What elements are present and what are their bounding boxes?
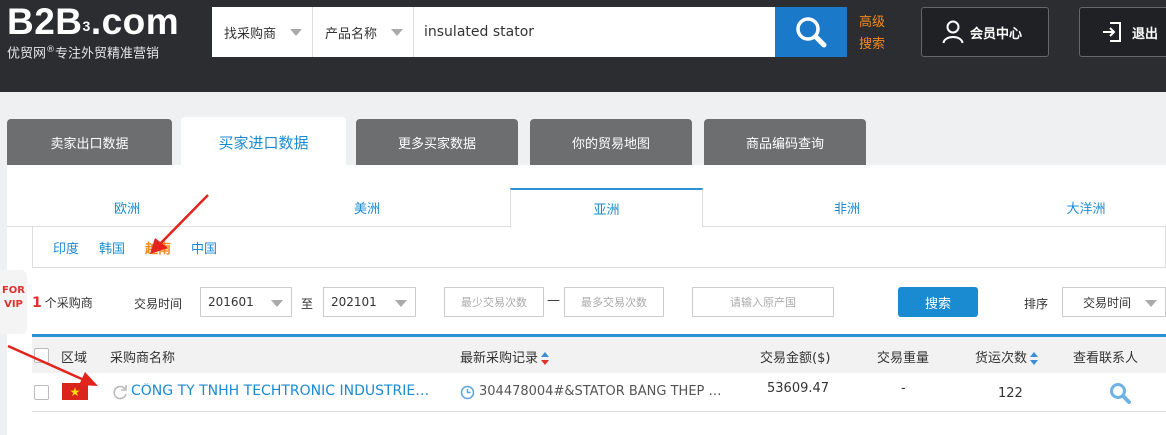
tab-buyer-import[interactable]: 买家进口数据: [181, 117, 346, 167]
region-oceania[interactable]: 大洋洲: [991, 188, 1166, 227]
company-name-link[interactable]: CÔNG TY TNHH TECHTRONIC INDUSTRIES VIỆT …: [131, 383, 436, 399]
chevron-down-icon: [395, 300, 407, 307]
country-vietnam[interactable]: 越南: [145, 238, 171, 257]
search-button[interactable]: [775, 7, 847, 57]
th-shipments[interactable]: 货运次数: [975, 347, 1039, 366]
member-center-label: 会员中心: [970, 26, 1023, 42]
tab-hs-code[interactable]: 商品编码查询: [704, 119, 866, 165]
origin-country-input[interactable]: 请输入原产国: [692, 287, 834, 317]
sort-icon: [541, 351, 550, 366]
buyer-count: 1 个采购商: [32, 295, 93, 311]
region-asia[interactable]: 亚洲: [510, 188, 703, 227]
to-label: 至: [301, 297, 314, 311]
logout-label: 退出: [1132, 26, 1159, 42]
th-latest[interactable]: 最新采购记录: [460, 347, 550, 366]
search-icon[interactable]: [1109, 382, 1131, 404]
time-to-select[interactable]: 202101: [323, 287, 416, 317]
tab-more-buyers[interactable]: 更多买家数据: [356, 119, 518, 165]
chevron-down-icon: [290, 29, 302, 36]
sort-select[interactable]: 交易时间: [1062, 287, 1166, 317]
top-header: B2B3.com 优贸网®专注外贸精准营销 找采购商 产品名称 高级搜索 会员中…: [0, 0, 1166, 92]
search-type-select[interactable]: 找采购商: [212, 7, 313, 57]
search-field-select[interactable]: 产品名称: [313, 7, 414, 57]
sort-label: 排序: [1024, 297, 1049, 311]
search-input[interactable]: [414, 7, 775, 57]
country-list: 印度 韩国 越南 中国: [32, 227, 1166, 268]
row-checkbox[interactable]: [34, 385, 49, 400]
refresh-icon[interactable]: [111, 384, 129, 402]
region-americas[interactable]: 美洲: [272, 188, 462, 227]
region-europe[interactable]: 欧洲: [32, 188, 222, 227]
amount-value: 53609.47: [767, 381, 830, 396]
filter-bar: 1 个采购商 交易时间 201601 至 202101 最少交易次数 — 最多交易…: [7, 285, 1166, 321]
country-china[interactable]: 中国: [191, 238, 217, 257]
search-bar: 找采购商 产品名称: [212, 7, 847, 57]
logo-tagline: 优贸网®专注外贸精准营销: [7, 45, 160, 62]
logout-button[interactable]: 退出: [1079, 7, 1166, 57]
shipments-value: 122: [998, 386, 1023, 401]
max-trades-input[interactable]: 最多交易次数: [564, 287, 664, 317]
main-panel: 欧洲 美洲 亚洲 非洲 大洋洲 印度 韩国 越南 中国 1 个采购商 交易时间 2…: [7, 165, 1166, 435]
advanced-search-link[interactable]: 高级搜索: [859, 12, 889, 56]
th-buyer: 采购商名称: [110, 351, 176, 366]
region-tabs: 欧洲 美洲 亚洲 非洲 大洋洲: [7, 188, 1166, 227]
min-trades-input[interactable]: 最少交易次数: [444, 287, 544, 317]
tab-trade-map[interactable]: 你的贸易地图: [530, 119, 692, 165]
time-from-select[interactable]: 201601: [200, 287, 292, 317]
logo[interactable]: B2B3.com 优贸网®专注外贸精准营销: [7, 2, 179, 62]
th-contact: 查看联系人: [1073, 351, 1139, 366]
member-center-button[interactable]: 会员中心: [921, 7, 1049, 57]
latest-record[interactable]: 304478004#&STATOR BẰNG THÉP CÁCH ĐIỆN: [479, 384, 724, 399]
logout-icon: [1103, 22, 1121, 42]
chevron-down-icon: [1145, 300, 1157, 307]
search-icon: [796, 17, 827, 48]
chevron-down-icon: [271, 300, 283, 307]
range-dash: —: [547, 293, 560, 308]
time-label: 交易时间: [134, 297, 183, 311]
select-all-checkbox[interactable]: [34, 348, 49, 363]
vip-badge[interactable]: FOR VIP: [0, 270, 27, 334]
logo-text: B2B3.com: [7, 1, 180, 42]
country-india[interactable]: 印度: [53, 238, 79, 257]
sort-icon: [1030, 351, 1039, 366]
th-weight: 交易重量: [877, 351, 930, 366]
filter-search-button[interactable]: 搜索: [898, 287, 978, 317]
tab-seller-export[interactable]: 卖家出口数据: [7, 119, 172, 165]
chevron-down-icon: [391, 29, 403, 36]
region-africa[interactable]: 非洲: [752, 188, 942, 227]
table-row: ★ CÔNG TY TNHH TECHTRONIC INDUSTRIES VIỆ…: [32, 373, 1166, 412]
vietnam-flag-icon: ★: [62, 383, 88, 400]
country-korea[interactable]: 韩国: [99, 238, 125, 257]
th-amount: 交易金额($): [760, 351, 831, 366]
user-icon: [942, 20, 964, 44]
weight-value: -: [901, 381, 906, 396]
th-region: 区域: [61, 351, 88, 366]
clock-icon: [460, 385, 475, 400]
table-header: 区域 采购商名称 最新采购记录 交易金额($) 交易重量 货运次数 查看联系人: [32, 337, 1166, 373]
